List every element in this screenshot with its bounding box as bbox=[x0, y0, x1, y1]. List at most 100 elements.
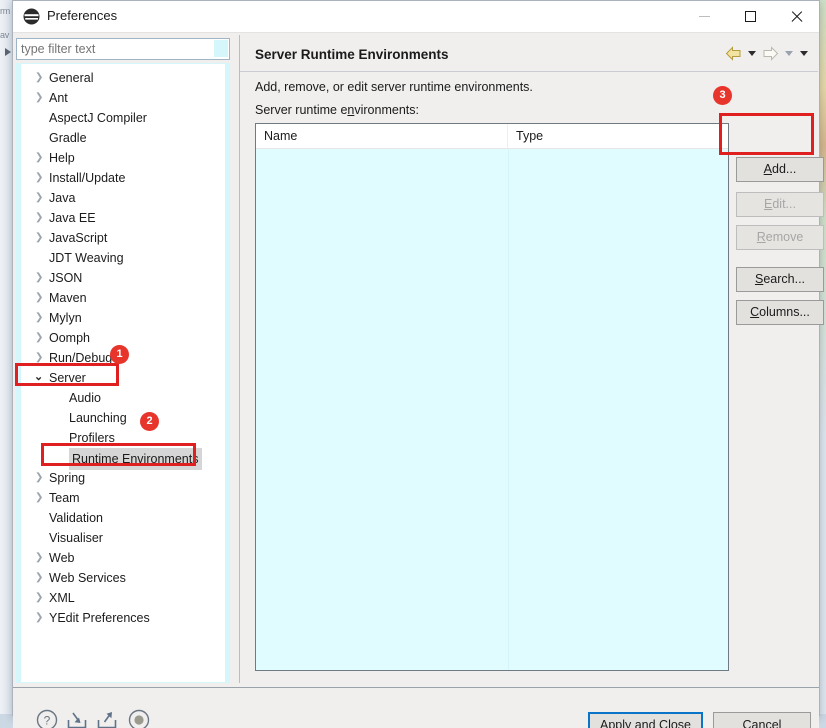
chevron-right-icon[interactable]: ❯ bbox=[35, 293, 44, 303]
sidebar-item-web[interactable]: ❯ Web bbox=[21, 548, 225, 568]
sidebar-item-javascript[interactable]: ❯ JavaScript bbox=[21, 228, 225, 248]
sidebar-item-spring[interactable]: ❯ Spring bbox=[21, 468, 225, 488]
sidebar-item-xml[interactable]: ❯ XML bbox=[21, 588, 225, 608]
sidebar-item-validation[interactable]: Validation bbox=[21, 508, 225, 528]
sidebar-item-label: Help bbox=[49, 151, 75, 165]
table-label-pre: Server runtime e bbox=[255, 103, 348, 117]
sidebar-item-label: JSON bbox=[49, 271, 83, 285]
chevron-right-icon[interactable]: ❯ bbox=[35, 273, 44, 283]
svg-text:?: ? bbox=[44, 714, 51, 728]
chevron-down-icon[interactable]: ⌄ bbox=[34, 372, 43, 383]
sidebar-item-json[interactable]: ❯ JSON bbox=[21, 268, 225, 288]
sidebar-item-java-ee[interactable]: ❯ Java EE bbox=[21, 208, 225, 228]
edit-button[interactable]: Edit... bbox=[736, 192, 824, 217]
cancel-button[interactable]: Cancel bbox=[713, 712, 811, 728]
column-header-type[interactable]: Type bbox=[508, 124, 728, 148]
chevron-right-icon[interactable]: ❯ bbox=[35, 553, 44, 563]
sidebar-item-label: XML bbox=[49, 591, 75, 605]
sidebar-item-help[interactable]: ❯ Help bbox=[21, 148, 225, 168]
filter-field-wrapper bbox=[16, 38, 230, 60]
add-button-label: dd... bbox=[772, 162, 797, 176]
header-divider bbox=[240, 71, 818, 72]
chevron-right-icon[interactable]: ❯ bbox=[35, 473, 44, 483]
sidebar-item-mylyn[interactable]: ❯ Mylyn bbox=[21, 308, 225, 328]
arrow-right-icon[interactable] bbox=[760, 45, 780, 62]
sidebar-item-visualiser[interactable]: Visualiser bbox=[21, 528, 225, 548]
remove-button[interactable]: Remove bbox=[736, 225, 824, 250]
chevron-right-icon[interactable]: ❯ bbox=[35, 73, 44, 83]
import-icon[interactable] bbox=[65, 708, 89, 728]
chevron-right-icon[interactable]: ❯ bbox=[35, 193, 44, 203]
sidebar-item-label: AspectJ Compiler bbox=[49, 111, 147, 125]
sidebar-item-profilers[interactable]: Profilers bbox=[21, 428, 225, 448]
close-button[interactable] bbox=[773, 1, 819, 31]
content-pane: Server Runtime Environments Add, remove,… bbox=[239, 35, 824, 683]
sidebar-item-java[interactable]: ❯ Java bbox=[21, 188, 225, 208]
sidebar-item-label: General bbox=[49, 71, 94, 85]
help-icon[interactable]: ? bbox=[35, 708, 59, 728]
sidebar-item-label: Spring bbox=[49, 471, 86, 485]
sidebar-item-install-update[interactable]: ❯ Install/Update bbox=[21, 168, 225, 188]
sidebar-item-team[interactable]: ❯ Team bbox=[21, 488, 225, 508]
dialog-titlebar: Preferences bbox=[13, 1, 819, 33]
back-history-chevron-down-icon[interactable] bbox=[745, 45, 758, 62]
table-label: Server runtime environments: bbox=[255, 103, 419, 117]
sidebar-item-aspectj-compiler[interactable]: AspectJ Compiler bbox=[21, 108, 225, 128]
sidebar-item-jdt-weaving[interactable]: JDT Weaving bbox=[21, 248, 225, 268]
arrow-left-icon[interactable] bbox=[723, 45, 743, 62]
preferences-tree[interactable]: ❯ General ❯ Ant AspectJ Compiler Gradle ❯ Help ❯… bbox=[16, 63, 230, 683]
minimize-button[interactable] bbox=[681, 1, 727, 31]
chevron-right-icon[interactable]: ❯ bbox=[35, 573, 44, 583]
maximize-button[interactable] bbox=[727, 1, 773, 31]
export-icon[interactable] bbox=[95, 708, 119, 728]
apply-and-close-button[interactable]: Apply and Close bbox=[588, 712, 703, 728]
table-body[interactable] bbox=[256, 149, 728, 670]
sidebar-item-run-debug[interactable]: ❯ Run/Debug bbox=[21, 348, 225, 368]
remove-button-mnemonic: R bbox=[756, 230, 766, 244]
sidebar-item-runtime-environments[interactable]: Runtime Environments bbox=[21, 448, 225, 470]
record-icon[interactable] bbox=[127, 708, 151, 728]
more-chevron-down-icon[interactable] bbox=[797, 45, 810, 62]
chevron-right-icon[interactable]: ❯ bbox=[35, 353, 44, 363]
sidebar-item-label: Server bbox=[49, 371, 86, 385]
sidebar-item-web-services[interactable]: ❯ Web Services bbox=[21, 568, 225, 588]
chevron-right-icon[interactable]: ❯ bbox=[35, 213, 44, 223]
runtime-environments-table[interactable]: Name Type bbox=[255, 123, 729, 671]
search-input[interactable] bbox=[16, 38, 230, 60]
sidebar-item-maven[interactable]: ❯ Maven bbox=[21, 288, 225, 308]
add-button-mnemonic: A bbox=[763, 162, 772, 176]
sidebar-item-general[interactable]: ❯ General bbox=[21, 68, 225, 88]
chevron-right-icon[interactable]: ❯ bbox=[35, 93, 44, 103]
search-button[interactable]: Search... bbox=[736, 267, 824, 292]
columns-button[interactable]: Columns... bbox=[736, 300, 824, 325]
add-button[interactable]: Add... bbox=[736, 157, 824, 182]
chevron-right-icon[interactable]: ❯ bbox=[35, 313, 44, 323]
maximize-icon bbox=[744, 10, 756, 22]
chevron-right-icon[interactable]: ❯ bbox=[35, 493, 44, 503]
chevron-right-icon[interactable]: ❯ bbox=[35, 233, 44, 243]
sidebar-item-oomph[interactable]: ❯ Oomph bbox=[21, 328, 225, 348]
chevron-right-icon[interactable]: ❯ bbox=[35, 613, 44, 623]
column-header-name[interactable]: Name bbox=[256, 124, 508, 148]
screen-root: rm av Preferences type filter text ❯ Gen… bbox=[0, 0, 826, 728]
forward-history-chevron-down-icon[interactable] bbox=[782, 45, 795, 62]
sidebar-item-launching[interactable]: Launching bbox=[21, 408, 225, 428]
chevron-right-icon[interactable]: ❯ bbox=[35, 173, 44, 183]
sidebar-item-audio[interactable]: Audio bbox=[21, 388, 225, 408]
chevron-right-icon[interactable]: ❯ bbox=[35, 593, 44, 603]
sidebar-item-server[interactable]: ⌄ Server bbox=[21, 368, 225, 388]
sidebar-item-label: Runtime Environments bbox=[69, 448, 203, 470]
dialog-footer: ? Apply and Close Cancel bbox=[13, 688, 819, 728]
sidebar-item-gradle[interactable]: Gradle bbox=[21, 128, 225, 148]
sidebar-item-ant[interactable]: ❯ Ant bbox=[21, 88, 225, 108]
triangle-right-icon bbox=[5, 48, 11, 56]
chevron-right-icon[interactable]: ❯ bbox=[35, 153, 44, 163]
table-label-post: vironments: bbox=[354, 103, 419, 117]
sidebar-item-label: Run/Debug bbox=[49, 351, 113, 365]
sidebar-item-label: Launching bbox=[69, 411, 127, 425]
close-icon bbox=[790, 10, 803, 23]
sidebar-item-label: Java EE bbox=[49, 211, 96, 225]
sidebar-item-yedit-preferences[interactable]: ❯ YEdit Preferences bbox=[21, 608, 225, 628]
table-header-row: Name Type bbox=[256, 124, 728, 149]
chevron-right-icon[interactable]: ❯ bbox=[35, 333, 44, 343]
